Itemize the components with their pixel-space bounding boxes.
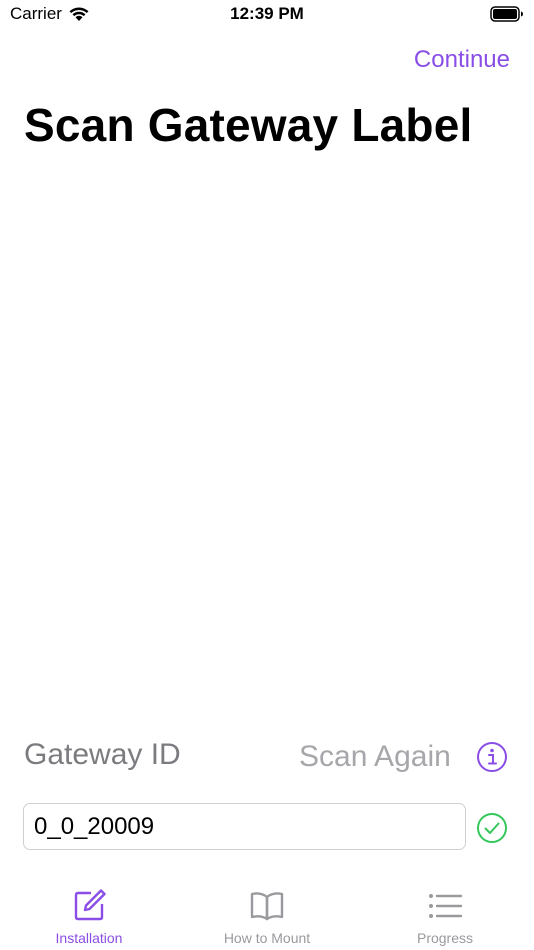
tab-progress[interactable]: Progress [356,868,534,950]
gateway-id-field[interactable] [23,803,466,850]
scan-again-button[interactable]: Scan Again [299,740,451,774]
continue-button[interactable]: Continue [414,46,510,74]
status-time: 12:39 PM [230,4,304,23]
tab-progress-label: Progress [416,930,474,946]
status-bar: Carrier 12:39 PM [0,0,534,30]
tab-installation-label: Installation [55,930,123,946]
tab-how-to-mount[interactable]: How to Mount [178,868,356,950]
tab-how-to-mount-label: How to Mount [223,930,311,946]
list-icon [429,894,463,918]
info-icon[interactable] [476,741,508,773]
battery-icon [490,6,523,22]
tab-bar: Installation How to Mount Progress [0,868,534,950]
checkmark-circle-icon [477,813,507,843]
book-icon [250,892,284,921]
edit-square-icon [74,889,106,921]
tab-installation[interactable]: Installation [0,868,178,950]
page-title: Scan Gateway Label [24,99,473,151]
gateway-id-label: Gateway ID [24,738,181,771]
